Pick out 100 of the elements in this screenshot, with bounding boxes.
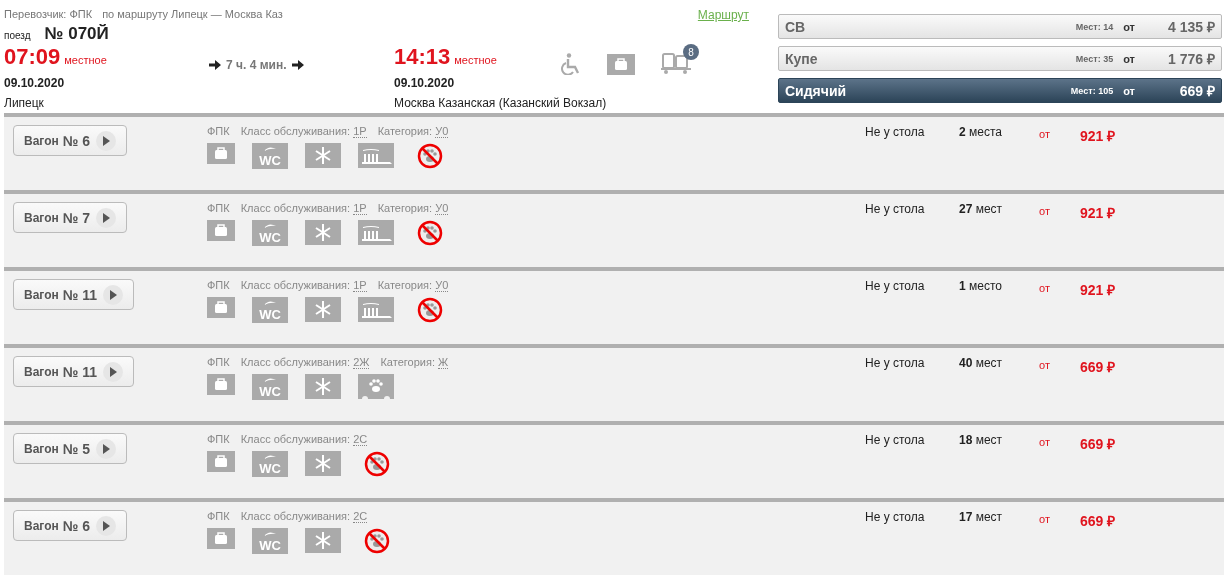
category-label: Категория: [380, 356, 435, 368]
arrival-time: 14:13 [394, 44, 451, 70]
class-value: 1Р [353, 279, 367, 292]
luggage-icon [207, 297, 235, 318]
category-label: Категория: [377, 202, 433, 214]
train-label: поезд [4, 30, 31, 41]
car-button[interactable]: Вагон № 6 [13, 510, 128, 541]
snowflake-icon [305, 374, 341, 399]
class-value: 2Ж [353, 356, 370, 369]
category-value: Ж [438, 356, 449, 369]
price: 921 ₽ [1080, 127, 1116, 145]
class-value: 1Р [353, 125, 367, 138]
class-label: Класс обслуживания: [240, 433, 351, 445]
seats-count: 27 мест [959, 201, 1004, 216]
class-label: Класс обслуживания: [240, 356, 351, 368]
arrow-icon [291, 60, 304, 70]
arrow-icon [209, 60, 221, 70]
class-label: Класс обслуживания: [240, 202, 351, 214]
place-text: Не у стола [865, 124, 926, 139]
carrier-text: ФПК [207, 279, 230, 291]
no-pets-icon [417, 143, 443, 169]
class-tab[interactable]: СВ Мест: 14 от 4 135 ₽ [778, 14, 1222, 39]
class-value: 1Р [353, 202, 367, 215]
departure-time: 07:09 [4, 44, 61, 70]
route-text: по маршруту Липецк — Москва Каз [102, 8, 283, 22]
place-text: Не у стола [865, 432, 926, 447]
class-label: Класс обслуживания: [240, 125, 351, 137]
car-button[interactable]: Вагон № 11 [13, 356, 135, 387]
carrier-text: ФПК [207, 202, 230, 214]
category-value: У0 [435, 125, 449, 138]
snowflake-icon [305, 220, 341, 245]
arrival-date: 09.10.2020 [394, 76, 456, 90]
play-icon [103, 361, 124, 382]
car-button[interactable]: Вагон № 11 [13, 279, 135, 310]
carrier-text: ФПК [207, 125, 230, 137]
category-value: У0 [435, 279, 449, 292]
price: 669 ₽ [1080, 435, 1116, 453]
car-button[interactable]: Вагон № 7 [13, 202, 128, 233]
category-value: У0 [435, 202, 449, 215]
from-label: от [1039, 281, 1051, 294]
place-text: Не у стола [865, 278, 926, 293]
place-text: Не у стола [865, 201, 926, 216]
snowflake-icon [305, 451, 341, 476]
time-note: местное [64, 54, 107, 66]
carrier-text: Перевозчик: ФПК [4, 8, 93, 22]
no-pets-icon [364, 528, 390, 554]
train-number: № 070Й [44, 24, 109, 44]
price: 669 ₽ [1080, 358, 1116, 376]
no-pets-icon [417, 297, 443, 323]
snowflake-icon [305, 297, 341, 322]
no-pets-icon [417, 220, 443, 246]
from-label: от [1039, 204, 1051, 217]
toilet-icon: WC [252, 220, 288, 246]
snowflake-icon [305, 143, 341, 168]
play-icon [96, 438, 117, 459]
toothbrush-icon [358, 220, 394, 245]
toilet-icon: WC [252, 297, 288, 323]
class-label: Класс обслуживания: [240, 279, 351, 291]
luggage-icon [207, 220, 235, 241]
no-pets-icon [364, 451, 390, 477]
play-icon [96, 207, 117, 228]
seats-count: 40 мест [959, 355, 1004, 370]
class-value: 2С [353, 510, 368, 523]
car-button[interactable]: Вагон № 6 [13, 125, 128, 156]
price: 669 ₽ [1080, 512, 1116, 530]
class-tab[interactable]: Купе Мест: 35 от 1 776 ₽ [778, 46, 1222, 71]
luggage-icon [207, 374, 235, 395]
departure-station: Липецк [4, 96, 45, 110]
count-badge: 8 [683, 44, 699, 60]
carrier-text: ФПК [207, 433, 230, 445]
seats-count: 18 мест [959, 432, 1004, 447]
toothbrush-icon [358, 143, 394, 168]
seats-count: 17 мест [959, 509, 1004, 524]
luggage-icon [207, 143, 235, 164]
snowflake-icon [305, 528, 341, 553]
wheelchair-icon [561, 53, 581, 75]
play-icon [96, 130, 117, 151]
car-button[interactable]: Вагон № 5 [13, 433, 128, 464]
place-text: Не у стола [865, 355, 926, 370]
departure-date: 09.10.2020 [4, 76, 66, 90]
duration-text: 7 ч. 4 мин. [226, 58, 287, 72]
luggage-icon [207, 528, 235, 549]
play-icon [96, 515, 117, 536]
class-tab[interactable]: Сидячий Мест: 105 от 669 ₽ [778, 78, 1222, 103]
from-label: от [1039, 358, 1051, 371]
price: 921 ₽ [1080, 204, 1116, 222]
toilet-icon: WC [252, 143, 288, 169]
price: 921 ₽ [1080, 281, 1116, 299]
arrival-station: Москва Казанская (Казанский Вокзал) [394, 96, 608, 110]
play-icon [103, 284, 124, 305]
toilet-icon: WC [252, 451, 288, 477]
class-label: Класс обслуживания: [240, 510, 351, 522]
carrier-text: ФПК [207, 356, 230, 368]
seats-count: 1 место [959, 278, 1003, 293]
luggage-icon [607, 53, 635, 75]
category-label: Категория: [377, 279, 433, 291]
category-label: Категория: [377, 125, 433, 137]
from-label: от [1039, 512, 1051, 525]
carrier-text: ФПК [207, 510, 230, 522]
class-value: 2С [353, 433, 368, 446]
